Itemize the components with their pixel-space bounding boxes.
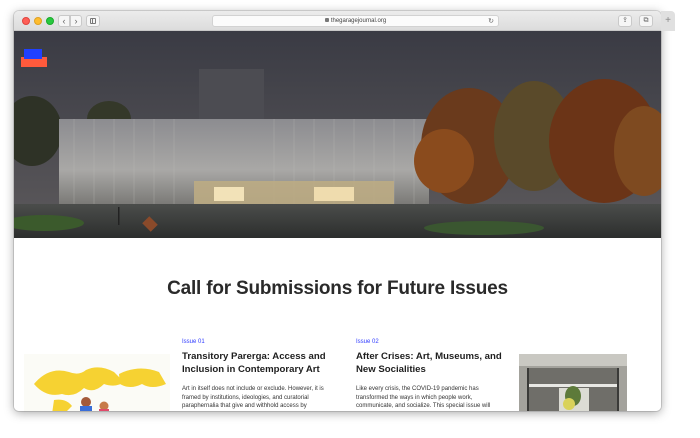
chevron-right-icon: › xyxy=(74,16,78,26)
browser-window: ‹ › thegaragejournal.org ↻ ⇪ ⧉ Call for … xyxy=(14,11,661,411)
issue-label: Issue 02 xyxy=(356,339,379,345)
issue-title[interactable]: After Crises: Art, Museums, and New Soci… xyxy=(356,351,506,376)
plus-icon: + xyxy=(665,15,671,26)
museum-building-photo xyxy=(14,31,661,238)
issue-02-image[interactable] xyxy=(519,354,627,411)
tabs-icon: ⧉ xyxy=(643,17,649,24)
lock-icon xyxy=(324,18,329,22)
sidebar-icon xyxy=(90,18,96,24)
url-text: thegaragejournal.org xyxy=(330,18,387,24)
issue-description: Like every crisis, the COVID-19 pandemic… xyxy=(356,386,491,409)
address-bar[interactable]: thegaragejournal.org ↻ xyxy=(212,15,499,27)
balcony-photo xyxy=(519,354,627,411)
window-close-button[interactable] xyxy=(22,17,30,25)
window-maximize-button[interactable] xyxy=(46,17,54,25)
back-button[interactable]: ‹ xyxy=(58,15,70,27)
issue-card-01[interactable]: Issue 01 Transitory Parerga: Access and … xyxy=(182,339,332,411)
issue-01-image[interactable] xyxy=(24,354,170,411)
share-icon: ⇪ xyxy=(622,17,628,24)
garage-logo[interactable] xyxy=(21,49,47,71)
share-button[interactable]: ⇪ xyxy=(618,15,632,27)
forward-button[interactable]: › xyxy=(70,15,82,27)
issue-title[interactable]: Transitory Parerga: Access and Inclusion… xyxy=(182,351,332,376)
tab-overview-button[interactable]: ⧉ xyxy=(639,15,653,27)
sidebar-toggle-button[interactable] xyxy=(86,15,100,27)
hero-image xyxy=(14,31,661,238)
main-content: Call for Submissions for Future Issues I… xyxy=(14,238,661,411)
page-title: Call for Submissions for Future Issues xyxy=(167,278,508,299)
reload-icon[interactable]: ↻ xyxy=(488,16,494,27)
new-tab-button[interactable]: + xyxy=(661,11,675,31)
world-map-illustration xyxy=(24,354,170,411)
window-minimize-button[interactable] xyxy=(34,17,42,25)
chevron-left-icon: ‹ xyxy=(62,16,66,26)
logo-blue-block xyxy=(24,49,42,59)
issue-description: Art in itself does not include or exclud… xyxy=(182,386,324,409)
browser-toolbar: ‹ › thegaragejournal.org ↻ ⇪ ⧉ xyxy=(14,11,661,31)
issue-card-02[interactable]: Issue 02 After Crises: Art, Museums, and… xyxy=(356,339,506,411)
issue-label: Issue 01 xyxy=(182,339,205,345)
